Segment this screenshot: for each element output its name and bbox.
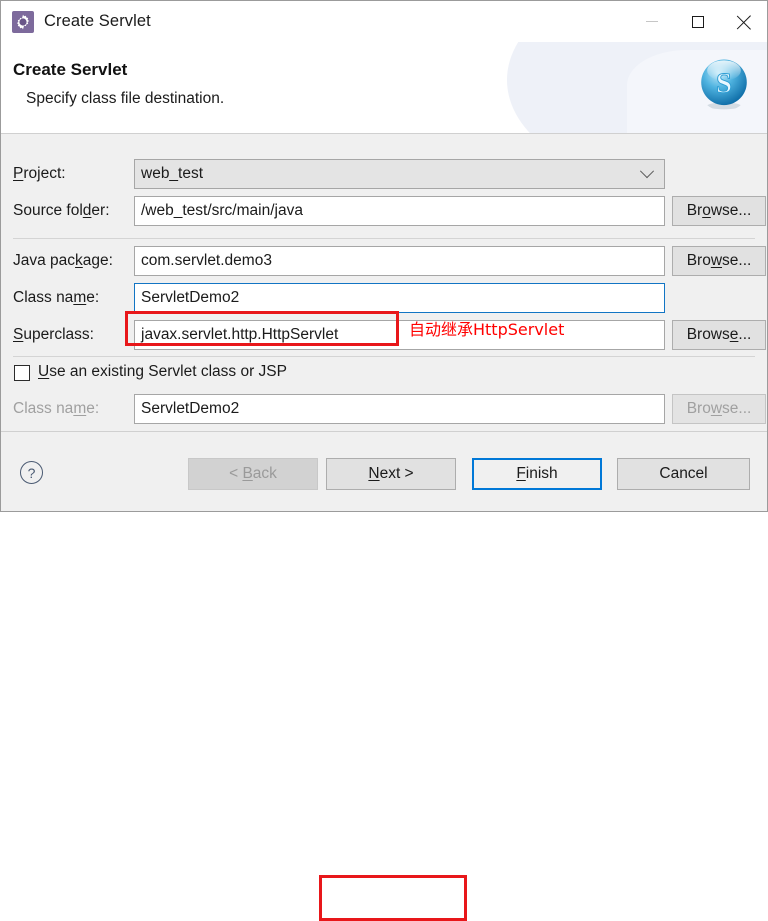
next-highlight-box [319,875,467,921]
java-package-value: com.servlet.demo3 [141,252,272,269]
browse-label: Browse... [686,400,752,417]
source-folder-label: Source folder: [13,202,110,219]
next-label: Next > [368,465,414,482]
chevron-down-icon [639,164,655,179]
superclass-label: Superclass: [13,326,94,343]
finish-button[interactable]: Finish [472,458,602,490]
existing-class-name-input[interactable]: ServletDemo2 [134,394,665,424]
gear-icon [12,10,34,33]
java-package-label: Java package: [13,252,113,269]
help-icon[interactable]: ? [20,461,43,484]
title-bar: Create Servlet [1,1,767,42]
existing-class-name-label: Class name: [13,400,100,417]
maximize-icon [692,15,704,28]
browse-label: Browse... [686,326,752,343]
finish-label: Finish [516,465,558,482]
footer-divider [1,431,767,432]
use-existing-label[interactable]: Use an existing Servlet class or JSP [38,363,287,381]
project-label: Project: [13,165,66,182]
window-title: Create Servlet [44,12,151,30]
cancel-label: Cancel [659,465,708,482]
sphere-s-logo-icon: S [701,59,747,110]
close-icon [737,15,751,29]
use-existing-checkbox[interactable] [14,365,30,381]
cancel-button[interactable]: Cancel [617,458,750,490]
create-servlet-dialog: Create Servlet Create Servlet Specify cl… [0,0,768,921]
class-name-value: ServletDemo2 [141,289,240,306]
window-controls [629,1,767,42]
source-folder-browse-button[interactable]: Browse... [672,196,766,226]
existing-class-browse-button: Browse... [672,394,766,424]
class-name-input[interactable]: ServletDemo2 [134,283,665,313]
java-package-input[interactable]: com.servlet.demo3 [134,246,665,276]
minimize-button[interactable] [629,1,675,42]
project-value: web_test [141,165,204,182]
superclass-annotation: 自动继承HttpServlet [409,320,565,339]
dialog-footer: ? < Back Next > Finish Cancel [1,431,767,921]
next-button[interactable]: Next > [326,458,456,490]
source-folder-value: /web_test/src/main/java [141,202,303,219]
form-divider-1 [13,238,755,239]
browse-label: Browse... [686,202,752,219]
existing-class-name-value: ServletDemo2 [141,400,240,417]
project-combo[interactable]: web_test [134,159,665,189]
close-button[interactable] [721,1,767,42]
java-package-browse-button[interactable]: Browse... [672,246,766,276]
back-label: < Back [229,465,277,482]
gear-icon-glyph [16,14,30,29]
back-button: < Back [188,458,318,490]
page-title: Create Servlet [13,60,128,79]
dialog-header: Create Servlet Specify class file destin… [1,42,767,134]
minimize-icon [646,21,658,22]
form-divider-2 [13,356,755,357]
class-name-label: Class name: [13,289,100,306]
page-subtitle: Specify class file destination. [26,90,225,107]
svg-text:S: S [716,67,732,99]
form-body: Project: web_test Source folder: /web_te… [1,134,767,431]
source-folder-input[interactable]: /web_test/src/main/java [134,196,665,226]
superclass-browse-button[interactable]: Browse... [672,320,766,350]
browse-label: Browse... [686,252,752,269]
superclass-highlight-box [125,311,399,346]
help-glyph: ? [27,464,36,481]
maximize-button[interactable] [675,1,721,42]
